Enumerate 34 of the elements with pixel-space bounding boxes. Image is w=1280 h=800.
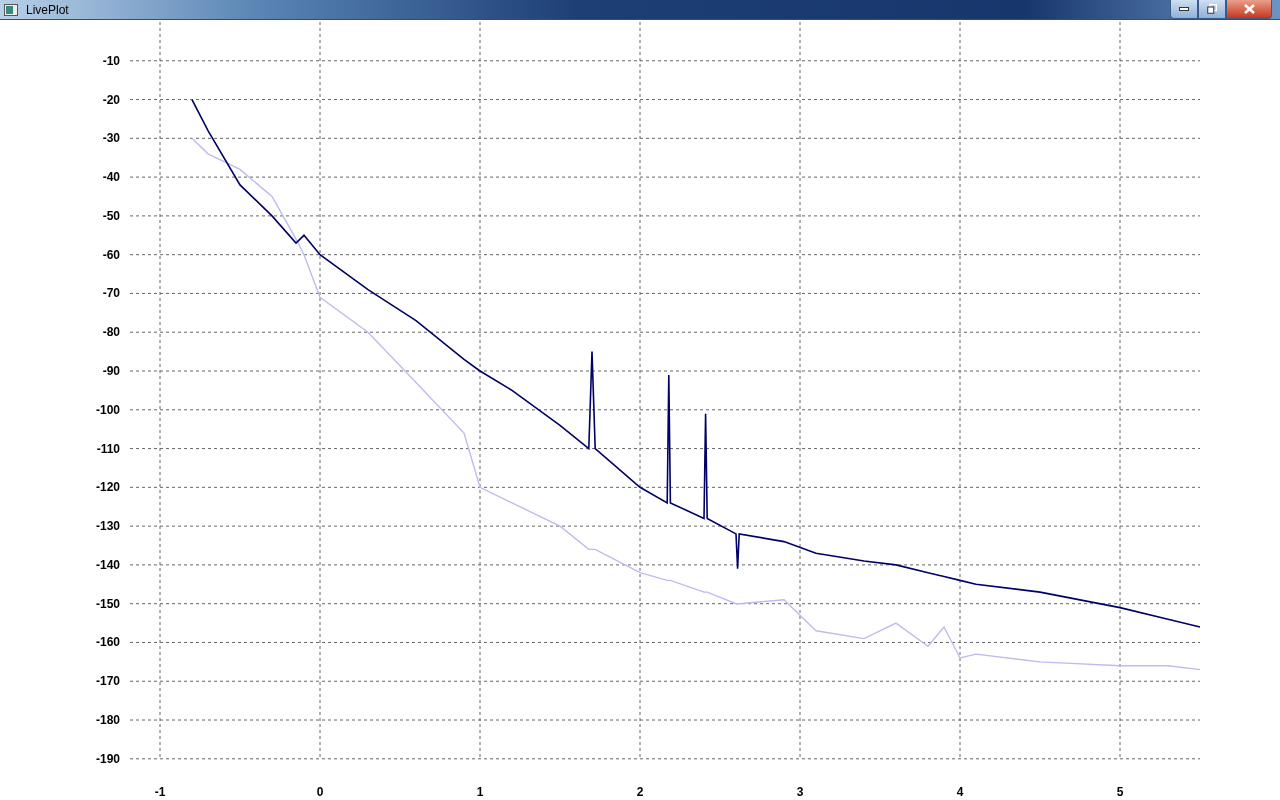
x-tick-label: 2 — [636, 785, 644, 799]
restore-button[interactable] — [1198, 0, 1226, 19]
y-tick-label: -160 — [95, 635, 120, 650]
y-tick-label: -80 — [102, 325, 120, 340]
close-icon — [1243, 4, 1255, 14]
x-tick-label: 5 — [1116, 785, 1124, 799]
app-icon — [4, 4, 18, 16]
y-tick-label: -190 — [95, 751, 120, 766]
y-tick-label: -130 — [95, 519, 120, 534]
y-tick-label: -170 — [95, 674, 120, 689]
y-tick-label: -150 — [95, 596, 120, 611]
x-tick-label: 0 — [316, 785, 324, 799]
y-tick-label: -50 — [102, 208, 120, 223]
y-tick-label: -110 — [96, 441, 120, 456]
y-tick-label: -30 — [102, 131, 120, 146]
minimize-icon — [1179, 7, 1189, 11]
y-tick-label: -60 — [102, 247, 120, 262]
y-tick-label: -90 — [102, 364, 120, 378]
x-tick-label: 3 — [796, 785, 804, 799]
y-tick-label: -70 — [102, 286, 120, 301]
restore-icon — [1207, 4, 1217, 14]
window-title: LivePlot — [26, 2, 69, 19]
x-tick-label: 1 — [476, 785, 484, 799]
y-tick-label: -10 — [102, 53, 120, 68]
x-tick-label: -1 — [154, 785, 166, 799]
minimize-button[interactable] — [1170, 0, 1198, 19]
y-tick-label: -100 — [95, 402, 120, 417]
close-button[interactable] — [1226, 0, 1272, 19]
x-tick-label: 4 — [956, 785, 964, 799]
y-tick-label: -20 — [102, 92, 120, 107]
y-tick-label: -180 — [95, 713, 120, 727]
y-tick-label: -40 — [102, 170, 120, 185]
y-tick-label: -120 — [95, 480, 120, 495]
y-tick-label: -140 — [95, 557, 120, 572]
